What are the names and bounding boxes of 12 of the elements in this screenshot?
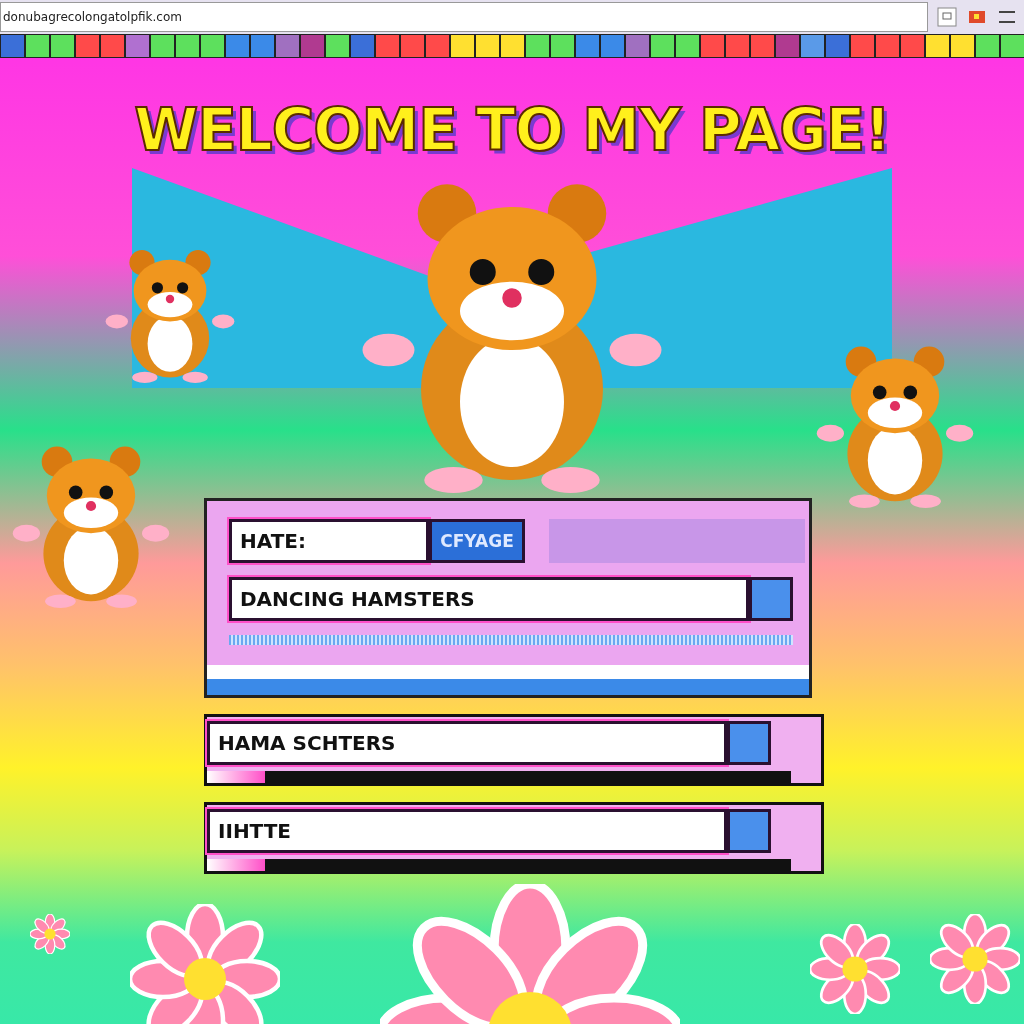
- page-heading: WELCOME TO MY PAGE!: [134, 96, 890, 164]
- scroll-block: [727, 721, 771, 765]
- input-field[interactable]: IIHTTE: [207, 809, 727, 853]
- scroll-block: [749, 577, 793, 621]
- input-field[interactable]: HAMA SCHTERS: [207, 721, 727, 765]
- page-icon[interactable]: [936, 6, 958, 28]
- scroll-block: [727, 809, 771, 853]
- flower-drawing: [30, 914, 70, 954]
- name-field[interactable]: HATE:: [229, 519, 429, 563]
- text-field[interactable]: DANCING HAMSTERS: [229, 577, 749, 621]
- submit-button[interactable]: CFYAGE: [429, 519, 525, 563]
- address-field[interactable]: donubagrecolongatolpfik.com: [0, 2, 928, 32]
